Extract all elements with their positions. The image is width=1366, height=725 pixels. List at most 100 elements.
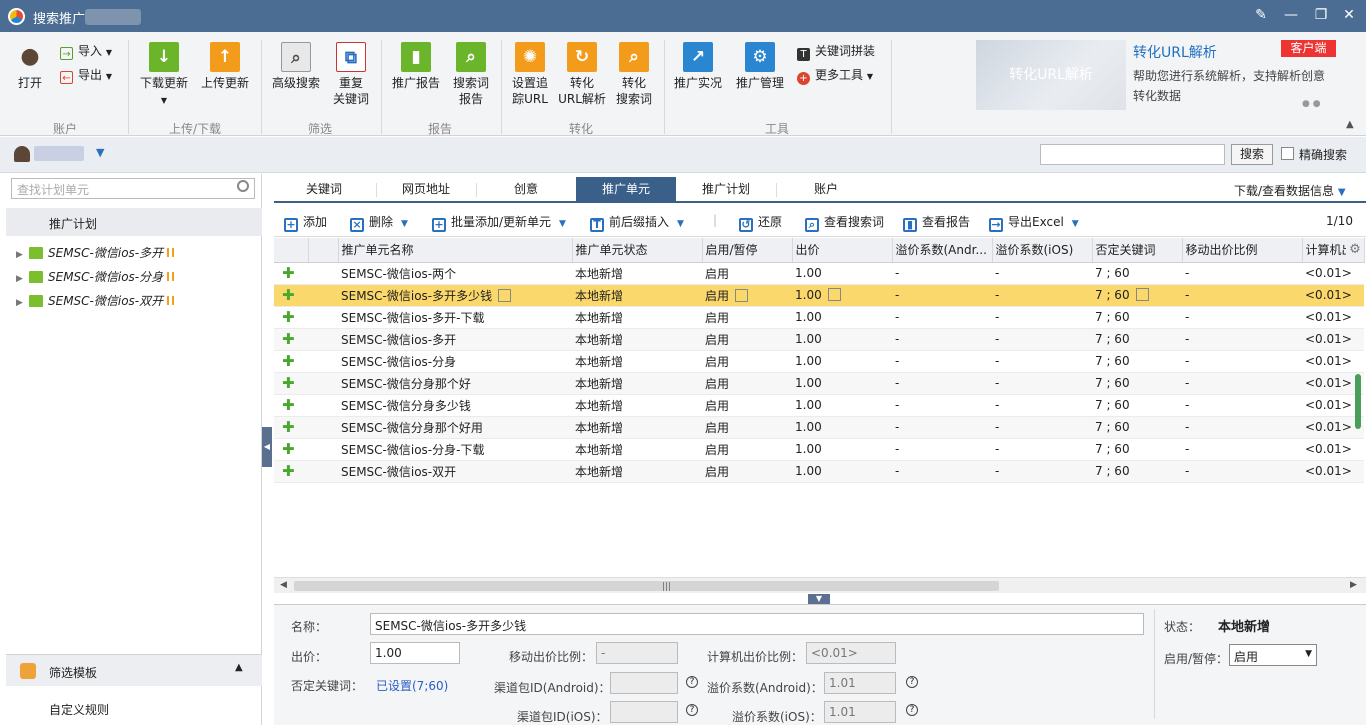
table-row[interactable]: ✚ SEMSC-微信ios-分身-下载 本地新增 启用 1.00- -7 ; 60- <0.… <box>274 438 1364 461</box>
table-cell[interactable]: - <box>992 350 1092 373</box>
expand-arrow-icon[interactable]: ▶ <box>16 298 26 308</box>
table-cell[interactable]: 1.00 <box>792 328 892 351</box>
table-cell[interactable]: <0.01> <box>1302 306 1364 329</box>
tree-plan-item[interactable]: ▶ SEMSC-微信ios-多开 <box>16 244 175 264</box>
table-row[interactable]: ✚ SEMSC-微信ios-多开 本地新增 启用 1.00- -7 ; 60- <0.01> <box>274 328 1364 351</box>
table-cell[interactable]: 7 ; 60 <box>1092 438 1182 461</box>
table-row[interactable]: ✚ SEMSC-微信ios-双开 本地新增 启用 1.00- -7 ; 60- <0.01> <box>274 460 1364 483</box>
promo-live-button[interactable]: ↗ 推广实况 <box>672 42 724 91</box>
table-cell[interactable]: SEMSC-微信ios-双开 <box>338 460 572 483</box>
table-cell[interactable]: 1.00 <box>792 416 892 439</box>
promo-report-button[interactable]: ▮ 推广报告 <box>390 42 442 91</box>
col-header[interactable]: 推广单元状态 <box>572 238 703 263</box>
exact-search-checkbox[interactable] <box>1281 147 1294 160</box>
carousel-dots[interactable]: ● ● <box>1302 99 1321 109</box>
convert-url-button[interactable]: ↻ 转化 URL解析 <box>557 42 607 107</box>
search-term-report-button[interactable]: ⌕ 搜索词 报告 <box>450 42 492 107</box>
advanced-search-button[interactable]: ⌕ 高级搜索 <box>270 42 322 91</box>
table-cell[interactable]: 7 ; 60 <box>1092 416 1182 439</box>
table-cell[interactable]: SEMSC-微信分身那个好用 <box>338 416 572 439</box>
minimize-button[interactable]: — <box>1280 5 1302 25</box>
plan-search-input[interactable]: 查找计划单元 <box>11 178 255 199</box>
table-cell[interactable]: 启用 <box>702 350 792 373</box>
table-cell[interactable]: 本地新增 <box>572 306 702 329</box>
table-cell[interactable]: SEMSC-微信ios-多开-下载 <box>338 306 572 329</box>
table-cell[interactable]: 7 ; 60 <box>1092 328 1182 351</box>
table-cell[interactable]: 1.00 <box>792 460 892 483</box>
detail-collapse-handle[interactable]: ▼ <box>808 594 830 604</box>
search-button[interactable]: 搜索 <box>1231 144 1273 165</box>
table-cell[interactable]: <0.01> <box>1302 284 1364 307</box>
android-pkg-field[interactable] <box>610 672 678 694</box>
table-cell[interactable]: SEMSC-微信ios-两个 <box>338 262 572 285</box>
panel-splitter-handle[interactable]: ◀ <box>262 427 272 467</box>
view-search-terms-button[interactable]: ⌕ 查看搜索词 <box>805 213 884 232</box>
pc-ratio-field[interactable]: <0.01> <box>806 642 896 664</box>
table-cell[interactable]: - <box>992 394 1092 417</box>
ios-premium-field[interactable]: 1.01 <box>824 701 896 723</box>
table-cell[interactable]: - <box>992 328 1092 351</box>
table-row[interactable]: ✚ SEMSC-微信ios-多开多少钱 本地新增 启用 1.00- -7 ; 60- <0.… <box>274 284 1364 307</box>
col-header[interactable]: 溢价系数(iOS) <box>992 238 1093 263</box>
table-cell[interactable]: 1.00 <box>792 438 892 461</box>
ios-pkg-field[interactable] <box>610 701 678 723</box>
table-cell[interactable]: - <box>992 262 1092 285</box>
more-tools-button[interactable]: + 更多工具 ▼ <box>797 67 873 85</box>
close-button[interactable]: ✕ <box>1338 5 1360 25</box>
table-row[interactable]: ✚ SEMSC-微信ios-分身 本地新增 启用 1.00- -7 ; 60- <0.01> <box>274 350 1364 373</box>
batch-add-button[interactable]: + 批量添加/更新单元 ▼ <box>432 213 566 232</box>
table-cell[interactable]: 1.00 <box>792 350 892 373</box>
table-cell[interactable]: - <box>892 438 992 461</box>
table-cell[interactable]: 启用 <box>702 372 792 395</box>
global-search-input[interactable] <box>1040 144 1225 165</box>
table-cell[interactable]: <0.01> <box>1302 438 1364 461</box>
search-icon[interactable] <box>237 180 249 192</box>
repeat-keywords-button[interactable]: ⧉ 重复 关键词 <box>330 42 372 107</box>
table-cell[interactable]: - <box>1182 416 1302 439</box>
table-cell[interactable]: - <box>892 262 992 285</box>
table-cell[interactable]: <0.01> <box>1302 328 1364 351</box>
table-cell[interactable]: - <box>992 438 1092 461</box>
edit-pencil-icon[interactable] <box>498 288 512 302</box>
table-cell[interactable]: 1.00 <box>792 262 892 285</box>
help-icon[interactable]: ? <box>686 704 698 716</box>
table-cell[interactable]: <0.01> <box>1302 350 1364 373</box>
mobile-ratio-field[interactable]: - <box>596 642 678 664</box>
table-cell[interactable]: - <box>892 372 992 395</box>
horizontal-scrollbar[interactable]: ◀ ||| ▶ <box>274 577 1366 593</box>
table-cell[interactable]: 7 ; 60 <box>1092 460 1182 483</box>
table-row[interactable]: ✚ SEMSC-微信分身多少钱 本地新增 启用 1.00- -7 ; 60- <0.01> <box>274 394 1364 417</box>
enable-pause-select[interactable]: 启用 ▼ <box>1229 644 1317 666</box>
set-tracking-url-button[interactable]: ✺ 设置追 踪URL <box>508 42 552 107</box>
table-cell[interactable]: - <box>892 328 992 351</box>
help-icon[interactable]: ? <box>906 676 918 688</box>
promo-banner-image[interactable]: 转化URL解析 <box>976 40 1126 110</box>
table-cell[interactable]: - <box>1182 394 1302 417</box>
table-row[interactable]: ✚ SEMSC-微信分身那个好用 本地新增 启用 1.00- -7 ; 60- <0.01> <box>274 416 1364 439</box>
table-cell[interactable]: <0.01> <box>1302 262 1364 285</box>
table-row[interactable]: ✚ SEMSC-微信分身那个好 本地新增 启用 1.00- -7 ; 60- <0.01> <box>274 372 1364 395</box>
restore-button[interactable]: ↺ 还原 <box>739 213 782 232</box>
tree-plan-item[interactable]: ▶ SEMSC-微信ios-分身 <box>16 268 175 288</box>
table-cell[interactable]: 本地新增 <box>572 416 702 439</box>
table-cell[interactable]: 启用 <box>702 438 792 461</box>
edit-pencil-icon[interactable] <box>1135 288 1149 301</box>
table-cell[interactable]: 启用 <box>702 460 792 483</box>
edit-pencil-icon[interactable] <box>827 288 841 301</box>
table-cell[interactable]: - <box>992 284 1092 307</box>
table-cell[interactable]: SEMSC-微信分身多少钱 <box>338 394 572 417</box>
vertical-scrollbar-thumb[interactable] <box>1355 374 1361 429</box>
export-button[interactable]: ← 导出 ▼ <box>60 67 112 85</box>
table-cell[interactable]: 1.00 <box>792 284 892 307</box>
col-header[interactable]: 出价 <box>792 238 893 263</box>
col-header[interactable]: 移动出价比例 <box>1182 238 1303 263</box>
collapse-up-icon[interactable]: ▲ <box>235 662 243 673</box>
table-cell[interactable]: - <box>992 306 1092 329</box>
table-cell[interactable]: 启用 <box>702 262 792 285</box>
table-cell[interactable]: - <box>1182 328 1302 351</box>
import-button[interactable]: → 导入 ▼ <box>60 43 112 61</box>
banner-title[interactable]: 转化URL解析 <box>1133 42 1217 62</box>
tab-campaigns[interactable]: 推广计划 <box>676 177 776 201</box>
table-cell[interactable]: - <box>992 416 1092 439</box>
tab-ad-units[interactable]: 推广单元 <box>576 177 676 201</box>
